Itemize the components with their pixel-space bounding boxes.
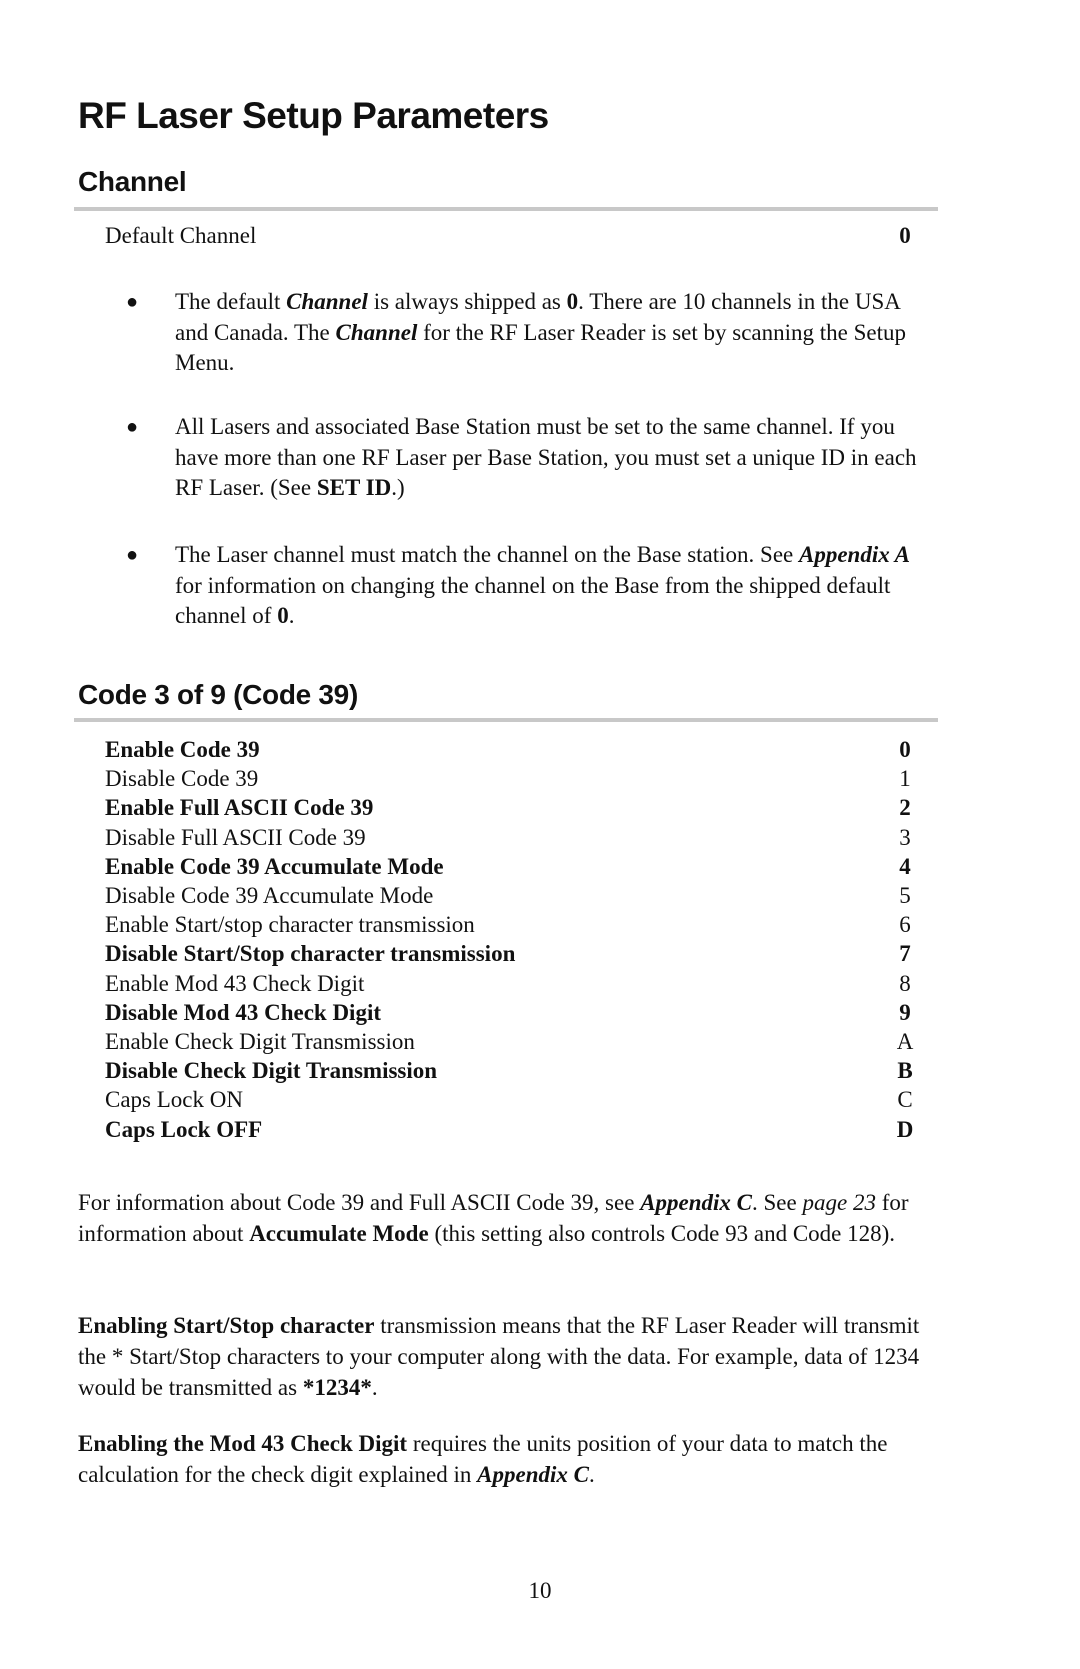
parameter-code: 3 [899,824,911,850]
bullet-item: The Laser channel must match the channel… [175,540,935,632]
parameter-row: Disable Start/Stop character transmissio… [105,939,917,969]
text-run: For information about Code 39 and Full A… [78,1190,641,1215]
parameter-label: Disable Start/Stop character transmissio… [105,941,516,967]
emphasis-text: Enabling the Mod 43 Check Digit [78,1431,408,1456]
emphasis-text: Channel [286,289,368,314]
bullet-icon: ● [126,544,139,566]
parameter-label: Caps Lock OFF [105,1116,263,1142]
text-run: (this setting also controls Code 93 and … [428,1221,896,1246]
parameter-label: Enable Start/stop character transmission [105,912,475,938]
parameter-label: Enable Full ASCII Code 39 [105,795,374,821]
parameter-code: 7 [899,941,911,967]
parameter-code: B [897,1058,913,1084]
parameter-label: Disable Full ASCII Code 39 [105,824,366,850]
default-channel-value: 0 [899,223,911,248]
parameter-row: Disable Check Digit Transmission B [105,1056,917,1086]
parameter-row: Enable Full ASCII Code 39 2 [105,793,917,823]
default-channel-label: Default Channel [105,223,257,248]
text-run: . [288,603,295,628]
parameter-label: Enable Mod 43 Check Digit [105,970,365,996]
parameter-row: Enable Mod 43 Check Digit 8 [105,969,917,999]
parameter-code: 1 [899,766,911,792]
parameter-row: Disable Code 39 Accumulate Mode 5 [105,881,917,911]
emphasis-text: Appendix A [799,542,910,567]
parameter-code: 4 [899,853,911,879]
text-run: is always shipped as [367,289,567,314]
emphasis-text: 0 [277,603,289,628]
info-paragraph: Enabling Start/Stop character transmissi… [78,1310,938,1403]
emphasis-text: 0 [566,289,579,314]
section-heading-channel: Channel [78,166,187,197]
text-run: The Laser channel must match the channel… [175,542,799,567]
parameter-row: Caps Lock OFF D [105,1115,917,1145]
section-heading-code39: Code 3 of 9 (Code 39) [78,679,358,710]
parameter-row: Disable Full ASCII Code 39 3 [105,823,917,853]
parameter-code: 9 [899,999,911,1025]
text-run: All Lasers and associated Base Station m… [175,414,917,500]
parameter-code: 0 [899,737,911,762]
parameter-label: Enable Code 39 Accumulate Mode [105,853,444,879]
text-run: . [371,1375,378,1400]
text-run: . See [752,1190,803,1215]
text-run: The default [175,289,287,314]
section-divider [74,207,938,211]
emphasis-text: Accumulate Mode [249,1221,429,1246]
text-run: . [588,1462,595,1487]
bullet-icon: ● [126,291,139,313]
bullet-item: The default Channel is always shipped as… [175,287,935,379]
emphasis-text: Channel [335,319,418,345]
parameter-label: Disable Code 39 [105,766,259,792]
parameter-code: 8 [899,970,911,996]
parameter-row: Disable Code 39 1 [105,764,917,794]
info-paragraph: Enabling the Mod 43 Check Digit requires… [78,1428,938,1490]
parameter-label: Enable Check Digit Transmission [105,1029,415,1054]
info-paragraph: For information about Code 39 and Full A… [78,1187,938,1249]
parameter-label: Disable Mod 43 Check Digit [105,999,381,1025]
page-number: 10 [528,1578,552,1603]
page-title: RF Laser Setup Parameters [78,95,549,136]
bullet-icon: ● [126,416,139,438]
parameter-label: Caps Lock ON [105,1087,243,1113]
section-divider [74,718,938,722]
parameter-row: Enable Code 39 0 [105,735,917,765]
emphasis-text: SET ID [316,475,392,500]
parameter-row: Enable Check Digit Transmission A [105,1027,917,1057]
default-channel-row: Default Channel 0 [105,221,917,251]
parameter-row: Enable Start/stop character transmission… [105,910,917,940]
parameter-code: A [896,1029,914,1054]
emphasis-text: Appendix C [640,1190,753,1215]
parameter-label: Enable Code 39 [105,737,260,762]
emphasis-text: page 23 [802,1190,876,1215]
parameter-code: 2 [899,795,911,821]
emphasis-text: Enabling Start/Stop character [78,1313,375,1338]
emphasis-text: Appendix C [477,1462,589,1487]
parameter-code: 6 [899,912,911,938]
parameter-label: Disable Code 39 Accumulate Mode [105,883,434,908]
parameter-row: Caps Lock ON C [105,1085,917,1115]
parameter-code: 5 [899,883,911,908]
parameter-row: Disable Mod 43 Check Digit 9 [105,998,917,1028]
emphasis-text: *1234* [302,1375,372,1400]
parameter-row: Enable Code 39 Accumulate Mode 4 [105,852,917,882]
parameter-label: Disable Check Digit Transmission [105,1058,438,1084]
text-run: .) [391,475,405,500]
parameter-code: D [896,1116,914,1142]
parameter-code: C [897,1087,913,1113]
bullet-item: All Lasers and associated Base Station m… [175,412,935,504]
